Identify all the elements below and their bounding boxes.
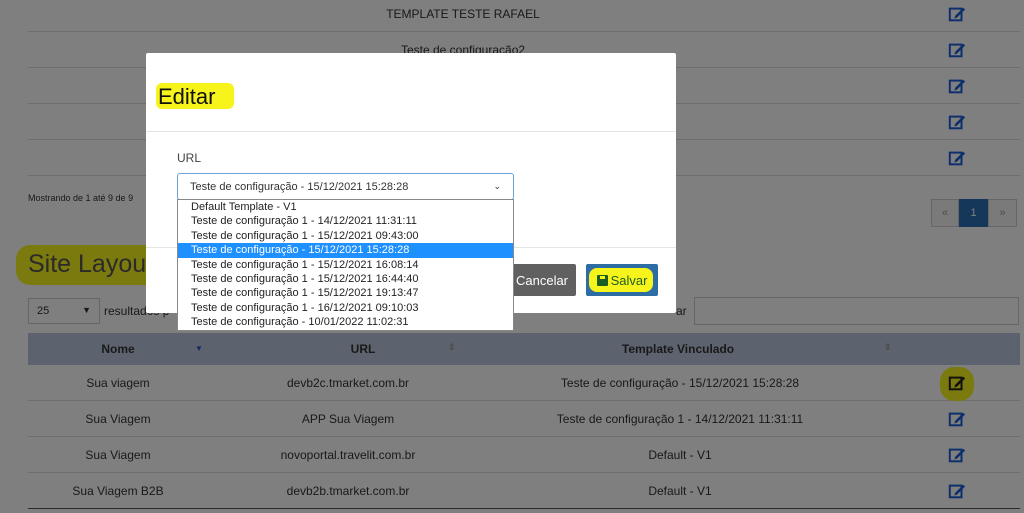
url-select-value: Teste de configuração - 15/12/2021 15:28…	[190, 180, 409, 193]
save-icon	[596, 274, 608, 286]
url-dropdown-list: Default Template - V1 Teste de configura…	[177, 199, 514, 331]
dropdown-option-selected[interactable]: Teste de configuração - 15/12/2021 15:28…	[178, 243, 513, 258]
dropdown-option[interactable]: Teste de configuração 1 - 15/12/2021 16:…	[178, 258, 513, 272]
save-button[interactable]: Salvar	[586, 264, 658, 296]
dropdown-option[interactable]: Teste de configuração 1 - 14/12/2021 11:…	[178, 214, 513, 228]
dropdown-option[interactable]: Default Template - V1	[178, 200, 513, 214]
dropdown-option[interactable]: Teste de configuração 1 - 15/12/2021 19:…	[178, 286, 513, 300]
modal-title: Editar	[158, 84, 216, 109]
dropdown-option[interactable]: Teste de configuração 1 - 15/12/2021 09:…	[178, 229, 513, 243]
url-label: URL	[177, 151, 202, 165]
url-select[interactable]: Teste de configuração - 15/12/2021 15:28…	[177, 173, 514, 200]
dropdown-option[interactable]: Teste de configuração 1 - 15/12/2021 16:…	[178, 272, 513, 286]
dropdown-option[interactable]: Teste de configuração - 10/01/2022 11:02…	[178, 315, 513, 329]
dropdown-option[interactable]: Teste de configuração 1 - 16/12/2021 09:…	[178, 301, 513, 315]
save-button-label: Salvar	[610, 272, 648, 288]
cancel-button[interactable]: Cancelar	[508, 264, 576, 296]
modal-divider	[146, 131, 676, 132]
chevron-down-icon: ⌄	[493, 181, 501, 191]
